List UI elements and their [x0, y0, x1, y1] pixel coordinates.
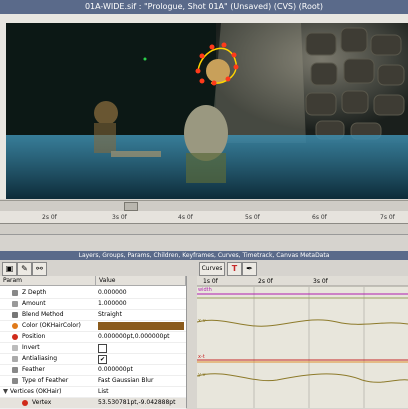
param-row[interactable]: Z Depth 0.000000 [0, 288, 186, 299]
param-value[interactable]: Fast Gaussian Blur [98, 376, 153, 386]
param-name: Amount [22, 300, 46, 307]
param-row[interactable]: Feather 0.000000pt [0, 365, 186, 376]
curve-label: y-v [198, 372, 206, 378]
param-name: Feather [22, 366, 45, 373]
param-name: Antialiasing [22, 355, 58, 362]
curve-label: x-t [198, 354, 205, 360]
tab-curves[interactable]: Curves [199, 262, 225, 276]
param-row[interactable]: Color (OKHairColor) [0, 321, 186, 332]
vertex-icon [22, 400, 28, 406]
panel-group-title: Layers, Groups, Params, Children, Keyfra… [0, 251, 408, 260]
position-icon [12, 334, 18, 340]
time-tick: 3s 0f [112, 214, 127, 221]
feather-icon [12, 367, 18, 373]
link-icon[interactable]: ⚯ [32, 262, 47, 276]
param-row[interactable]: Antialiasing ✔ [0, 354, 186, 365]
time-tick: 4s 0f [178, 214, 193, 221]
invert-checkbox[interactable] [98, 344, 107, 353]
eyedropper-icon[interactable]: ✒ [242, 262, 257, 276]
scene-illustration [6, 23, 408, 199]
param-name: Type of Feather [22, 377, 69, 384]
param-name: Vertices (OKHair) [10, 388, 62, 395]
param-value[interactable]: 53.530781pt,-9.042888pt [98, 398, 175, 408]
invert-icon [12, 345, 18, 351]
param-value[interactable]: 0.000000pt [98, 365, 133, 375]
color-swatch[interactable] [98, 322, 184, 330]
z-depth-icon [12, 290, 18, 296]
canvas-scroll-thumb[interactable] [124, 202, 138, 211]
curves-time-tick: 3s 0f [313, 278, 328, 285]
antialiasing-icon [12, 356, 18, 362]
antialiasing-checkbox[interactable]: ✔ [98, 355, 107, 364]
params-panel: Param Value Z Depth 0.000000 Amount 1.00… [0, 276, 186, 409]
text-tool-icon[interactable]: T [227, 262, 242, 276]
dock-spacer [0, 235, 408, 251]
curves-time-tick: 2s 0f [258, 278, 273, 285]
amount-icon [12, 301, 18, 307]
param-value[interactable]: 1.000000 [98, 299, 127, 309]
param-value: List [98, 388, 109, 395]
param-name: Position [22, 333, 46, 340]
curves-graph [197, 276, 408, 408]
param-row[interactable]: Invert [0, 343, 186, 354]
curves-tabbar: Curves T ✒ [197, 260, 408, 277]
param-row[interactable]: Amount 1.000000 [0, 299, 186, 310]
window-title: 01A-WIDE.sif : "Prologue, Shot 01A" (Uns… [0, 0, 408, 14]
pencil-icon[interactable]: ✎ [17, 262, 32, 276]
param-value[interactable]: 0.000000pt,0.000000pt [98, 332, 170, 342]
column-header-param[interactable]: Param [0, 276, 96, 286]
params-toolbar: ▣ ✎ ⚯ [0, 260, 197, 277]
expand-arrow-icon[interactable] [3, 389, 8, 394]
curves-time-tick: 1s 0f [203, 278, 218, 285]
time-ruler[interactable]: 2s 0f 3s 0f 4s 0f 5s 0f 6s 0f 7s 0f [0, 211, 408, 224]
param-value[interactable]: Straight [98, 310, 122, 320]
param-name: Z Depth [22, 289, 47, 296]
param-name: Color (OKHairColor) [22, 322, 81, 329]
time-slider[interactable] [0, 224, 408, 235]
time-tick: 7s 0f [380, 214, 395, 221]
params-tool-icon[interactable]: ▣ [2, 262, 17, 276]
param-name: Invert [22, 344, 40, 351]
column-header-value[interactable]: Value [96, 276, 186, 286]
canvas-horizontal-scrollbar[interactable] [0, 200, 408, 211]
time-tick: 6s 0f [312, 214, 327, 221]
param-name: Vertex [32, 399, 52, 406]
curve-label: x-v [198, 318, 206, 324]
time-tick: 5s 0f [245, 214, 260, 221]
curves-panel[interactable]: 1s 0f 2s 0f 3s 0f width x-v x-t y-v [197, 276, 408, 408]
param-row-expanded[interactable]: Vertices (OKHair) List [0, 387, 186, 398]
param-row-selected[interactable]: Vertex 53.530781pt,-9.042888pt [0, 398, 186, 409]
param-name: Blend Method [22, 311, 64, 318]
work-area-canvas[interactable] [6, 23, 408, 199]
blend-method-icon [12, 312, 18, 318]
feather-type-icon [12, 378, 18, 384]
time-tick: 2s 0f [42, 214, 57, 221]
color-icon [12, 323, 18, 329]
param-row[interactable]: Position 0.000000pt,0.000000pt [0, 332, 186, 343]
param-row[interactable]: Type of Feather Fast Gaussian Blur [0, 376, 186, 387]
param-value[interactable]: 0.000000 [98, 288, 127, 298]
curve-label: width [198, 287, 212, 293]
param-row[interactable]: Blend Method Straight [0, 310, 186, 321]
